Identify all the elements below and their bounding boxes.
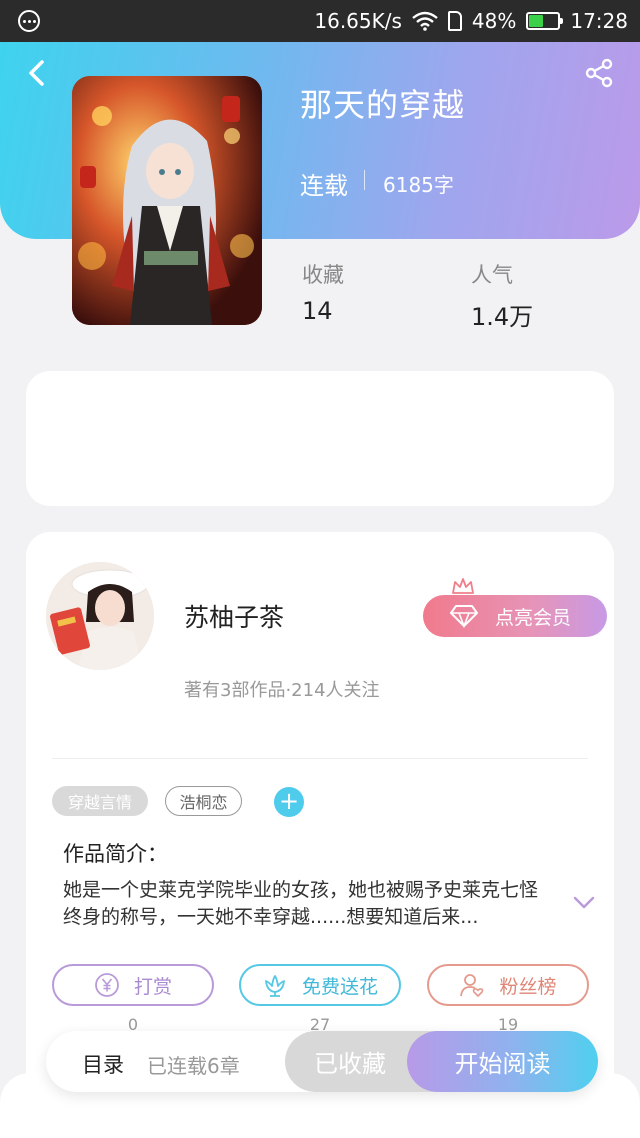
send-flower-button[interactable]: 免费送花 bbox=[239, 964, 401, 1006]
diamond-icon bbox=[450, 605, 478, 628]
popularity-label: 人气 bbox=[471, 263, 513, 287]
battery-percent: 48% bbox=[471, 9, 517, 33]
book-title: 那天的穿越 bbox=[300, 86, 466, 124]
wifi-icon bbox=[412, 11, 438, 31]
start-reading-label: 开始阅读 bbox=[454, 1050, 551, 1078]
back-arrow-icon[interactable] bbox=[22, 58, 52, 88]
user-heart-icon bbox=[460, 974, 484, 997]
add-tag-button[interactable]: + bbox=[274, 787, 304, 817]
favorites-count: 14 bbox=[302, 297, 333, 325]
reward-label: 打赏 bbox=[133, 975, 172, 998]
fan-ranking-button[interactable]: 粉丝榜 bbox=[427, 964, 589, 1006]
tag-pairing[interactable]: 浩桐恋 bbox=[165, 786, 242, 816]
sim-icon bbox=[447, 11, 462, 31]
yen-coin-icon bbox=[95, 973, 119, 997]
send-flower-label: 免费送花 bbox=[301, 975, 378, 998]
tag-genre[interactable]: 穿越言情 bbox=[52, 786, 148, 816]
favorites-label: 收藏 bbox=[302, 263, 344, 287]
author-name[interactable]: 苏柚子茶 bbox=[184, 598, 284, 634]
start-reading-button[interactable]: 开始阅读 bbox=[407, 1031, 598, 1092]
vip-membership-button[interactable]: 点亮会员 bbox=[423, 595, 607, 637]
avatar[interactable] bbox=[46, 562, 154, 670]
status-bar: 16.65K/s 48% 17:28 bbox=[0, 0, 640, 42]
share-icon[interactable] bbox=[584, 58, 614, 88]
clock: 17:28 bbox=[570, 9, 628, 33]
serial-status: 连载 bbox=[300, 172, 348, 200]
chapter-count: 已连载6章 bbox=[147, 1054, 240, 1078]
vip-button-label: 点亮会员 bbox=[495, 606, 572, 629]
chevron-down-icon[interactable] bbox=[573, 895, 595, 911]
status-divider bbox=[364, 170, 365, 190]
word-count: 6185字 bbox=[383, 173, 454, 197]
crown-icon bbox=[452, 578, 474, 594]
synopsis-text: 她是一个史莱克学院毕业的女孩，她也被赐予史莱克七怪终身的称号，一天她不幸穿越..… bbox=[63, 879, 539, 928]
author-stats: 著有3部作品·214人关注 bbox=[184, 680, 380, 701]
table-of-contents-button[interactable]: 目录 bbox=[82, 1049, 124, 1079]
cover-illustration bbox=[72, 76, 262, 325]
flower-icon bbox=[265, 975, 285, 997]
reward-button[interactable]: 打赏 bbox=[52, 964, 214, 1006]
collected-label: 已收藏 bbox=[314, 1050, 386, 1078]
battery-icon bbox=[526, 12, 564, 30]
fan-ranking-label: 粉丝榜 bbox=[499, 975, 557, 998]
network-speed: 16.65K/s bbox=[314, 9, 402, 33]
plus-icon: + bbox=[278, 787, 300, 815]
empty-card bbox=[26, 371, 614, 506]
avatar-image bbox=[46, 562, 154, 670]
book-cover[interactable] bbox=[72, 76, 262, 325]
synopsis-title: 作品简介： bbox=[63, 842, 168, 866]
divider bbox=[52, 758, 588, 759]
more-dots-icon bbox=[18, 10, 40, 32]
popularity-count: 1.4万 bbox=[471, 303, 534, 331]
